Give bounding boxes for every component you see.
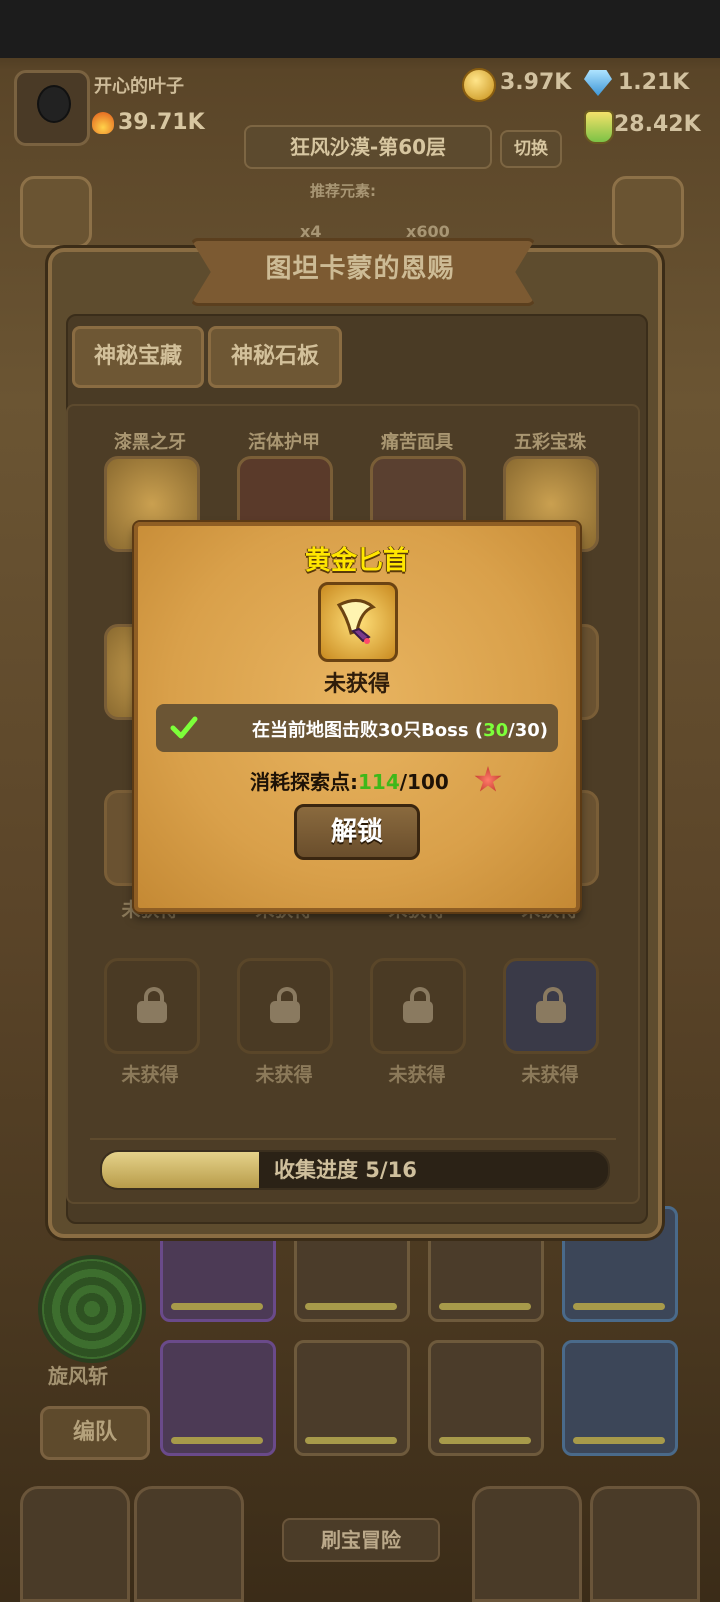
tab-mystery-tablet[interactable]: 神秘石板 (208, 326, 342, 388)
locked-slot[interactable] (503, 958, 599, 1054)
stage-title: 狂风沙漠-第60层 (244, 125, 492, 169)
item-detail-popup: 黄金匕首 未获得 在当前地图击败30只Boss (30/30) 消耗探索点:11… (134, 522, 580, 912)
player-avatar[interactable] (14, 70, 90, 146)
hero-hp-bar (573, 1437, 665, 1444)
potion-icon (584, 110, 614, 144)
recommended-element-label: 推荐元素: (310, 182, 376, 200)
unlock-condition: 在当前地图击败30只Boss (30/30) (156, 704, 558, 752)
lock-icon (536, 987, 566, 1023)
potion-amount: 28.42K (614, 112, 701, 137)
hero-hp-bar (171, 1437, 263, 1444)
locked-slot[interactable] (104, 958, 200, 1054)
item-status: 未获得 (388, 1064, 446, 1086)
gold-coin-icon (462, 68, 496, 102)
nav-shop-button[interactable] (20, 1486, 130, 1602)
item-status: 未获得 (521, 1064, 579, 1086)
item-name: 五彩宝珠 (514, 432, 586, 453)
hero-hp-bar (439, 1437, 531, 1444)
lock-icon (403, 987, 433, 1023)
locked-slot[interactable] (370, 958, 466, 1054)
explore-point-icon (474, 766, 502, 792)
explore-cost: 消耗探索点:114/100 (250, 770, 449, 794)
whirlwind-skill-icon[interactable] (38, 1255, 146, 1363)
nav-hero-button[interactable] (134, 1486, 244, 1602)
combat-power: 39.71K (118, 110, 205, 135)
fire-icon (92, 112, 114, 134)
switch-stage-button[interactable]: 切换 (500, 130, 562, 168)
side-menu-button-left[interactable] (20, 176, 92, 248)
locked-slot[interactable] (237, 958, 333, 1054)
handbook-button[interactable] (612, 176, 684, 248)
lock-icon (137, 987, 167, 1023)
team-formation-button[interactable]: 编队 (40, 1406, 150, 1460)
avatar-portrait (37, 85, 71, 123)
nav-adventure-button[interactable]: 刷宝冒险 (282, 1518, 440, 1562)
condition-text: 在当前地图击败30只Boss (30/30) (252, 720, 548, 741)
checkmark-icon (170, 716, 198, 739)
hero-hp-bar (439, 1303, 531, 1310)
item-name: 漆黑之牙 (114, 432, 186, 453)
nav-chest-button[interactable] (472, 1486, 582, 1602)
hero-card[interactable] (562, 1340, 678, 1456)
item-name: 活体护甲 (248, 432, 320, 453)
hero-hp-bar (305, 1303, 397, 1310)
divider (90, 1138, 616, 1140)
panel-title: 图坦卡蒙的恩赐 (265, 254, 455, 284)
item-name: 痛苦面具 (381, 432, 453, 453)
collection-progress-fill (102, 1152, 259, 1188)
hero-hp-bar (305, 1437, 397, 1444)
hero-hp-bar (573, 1303, 665, 1310)
hero-card[interactable] (428, 1340, 544, 1456)
collection-progress-label: 收集进度 5/16 (274, 1158, 417, 1182)
tab-mystery-treasure[interactable]: 神秘宝藏 (72, 326, 204, 388)
hero-card[interactable] (294, 1340, 410, 1456)
skill-name: 旋风斩 (48, 1364, 108, 1388)
unlock-button[interactable]: 解锁 (294, 804, 420, 860)
item-status: 未获得 (121, 1064, 179, 1086)
hero-card[interactable] (160, 1340, 276, 1456)
lock-icon (270, 987, 300, 1023)
golden-dagger-icon (318, 582, 398, 662)
item-status: 未获得 (255, 1064, 313, 1086)
status-bar (0, 0, 720, 58)
item-title: 黄金匕首 (304, 546, 409, 576)
player-name: 开心的叶子 (94, 76, 184, 97)
nav-forge-button[interactable] (590, 1486, 700, 1602)
item-status: 未获得 (323, 672, 390, 697)
gold-amount: 3.97K (500, 70, 572, 95)
hero-hp-bar (171, 1303, 263, 1310)
diamond-amount: 1.21K (618, 70, 690, 95)
